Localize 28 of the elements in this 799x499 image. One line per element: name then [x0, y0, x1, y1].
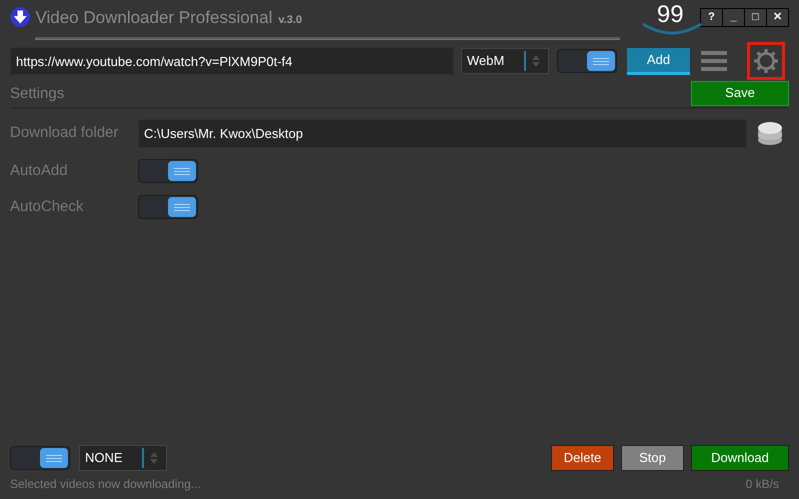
version-label: v.3.0 — [278, 13, 302, 28]
folder-path-field[interactable]: C:\Users\Mr. Kwox\Desktop — [138, 118, 747, 148]
url-field[interactable]: https://www.youtube.com/watch?v=PlXM9P0t-f4 — [10, 47, 454, 75]
toggle-switch[interactable] — [10, 446, 70, 470]
setting-label: Download folder — [10, 122, 120, 143]
disk-stack-icon[interactable] — [757, 120, 783, 146]
add-button[interactable]: Add — [627, 48, 690, 74]
status-text: Selected videos now downloading... — [10, 476, 201, 493]
stop-button[interactable]: Stop — [621, 445, 684, 471]
speed-text: 0 kB/s — [746, 476, 779, 493]
setting-label: AutoCheck — [10, 196, 84, 217]
toggle-switch[interactable] — [557, 49, 617, 73]
counter-value: 99 — [656, 0, 684, 30]
close-button[interactable]: ✕ — [767, 9, 788, 26]
setting-label: AutoAdd — [10, 160, 69, 181]
minimize-button[interactable]: _ — [723, 9, 744, 26]
section-heading: Settings — [10, 84, 64, 104]
toggle-switch[interactable] — [138, 159, 198, 183]
menu-icon[interactable] — [701, 50, 727, 72]
download-button[interactable]: Download — [691, 445, 789, 471]
toggle-switch[interactable] — [138, 195, 198, 219]
help-button[interactable]: ? — [701, 9, 722, 26]
window-title: Video Downloader Professional — [35, 7, 272, 29]
maximize-button[interactable]: □ — [745, 9, 766, 26]
save-button[interactable]: Save — [691, 80, 789, 106]
gauge-arc-icon — [640, 22, 704, 36]
delete-button[interactable]: Delete — [551, 445, 614, 471]
settings-icon — [753, 48, 779, 74]
